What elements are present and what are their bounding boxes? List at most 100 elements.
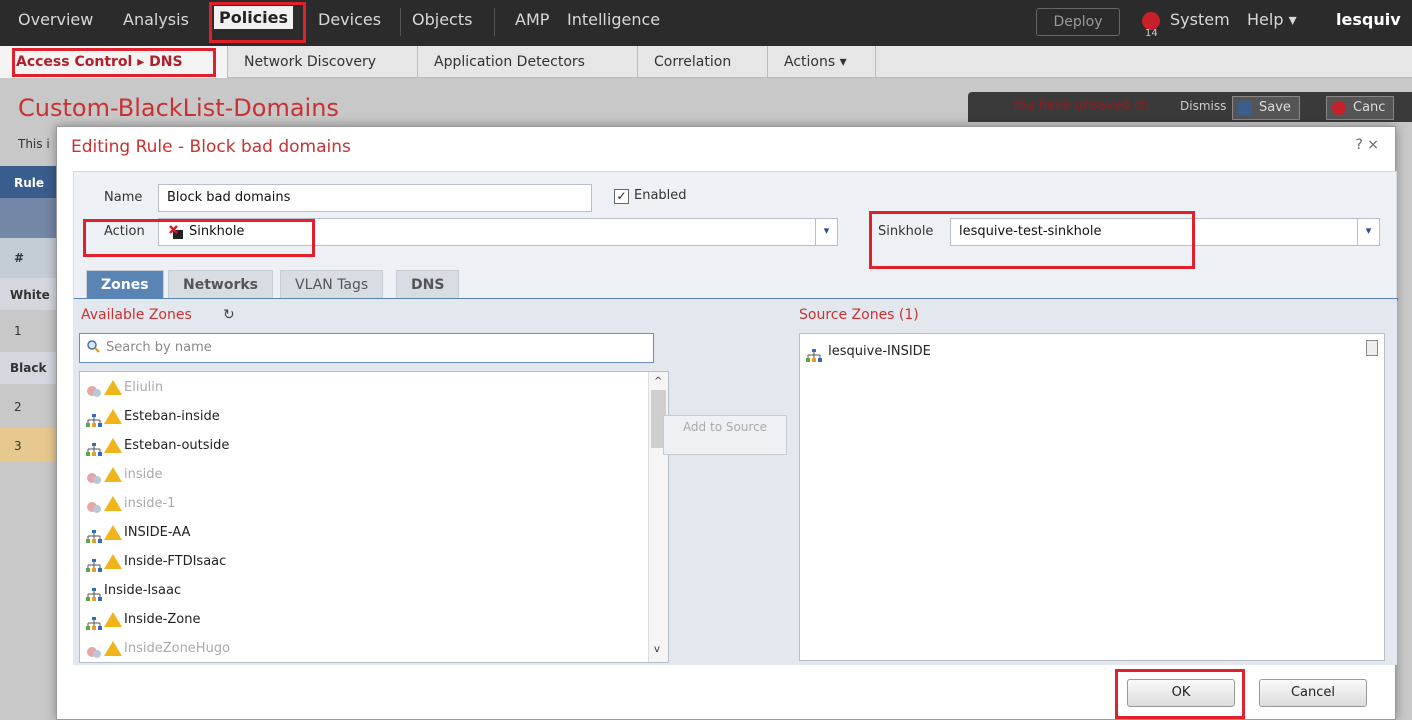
available-zones-list[interactable]: ^ v Eliulin Esteban-inside Esteban-outside…	[79, 371, 669, 663]
top-navigation-bar: Overview Analysis Policies Devices Objec…	[0, 0, 1412, 46]
zone-name: Inside-FTDIsaac	[124, 554, 227, 569]
zone-list-item[interactable]: inside-1	[86, 490, 175, 518]
dismiss-link[interactable]: Dismiss	[1180, 99, 1226, 113]
alert-count: 14	[1145, 28, 1158, 39]
zone-list-item[interactable]: INSIDE-AA	[86, 519, 190, 547]
enabled-label: Enabled	[634, 188, 687, 203]
action-label: Action	[104, 224, 145, 239]
zone-list-item[interactable]: Inside-Isaac	[86, 577, 181, 605]
tab-vlan-tags[interactable]: VLAN Tags	[280, 270, 384, 298]
editing-rule-dialog: Editing Rule - Block bad domains ? × Nam…	[56, 126, 1398, 720]
sinkhole-label: Sinkhole	[878, 224, 934, 239]
nav-separator	[494, 8, 495, 36]
cancel-icon	[1332, 101, 1346, 115]
warning-icon	[104, 409, 122, 424]
whitelist-section-label: White	[10, 288, 50, 302]
zone-list-item[interactable]: Inside-Zone	[86, 606, 201, 634]
source-zones-list[interactable]: lesquive-INSIDE	[799, 333, 1385, 661]
tab-dns[interactable]: DNS	[396, 270, 460, 298]
sinkhole-icon	[169, 225, 183, 239]
zone-name: INSIDE-AA	[124, 525, 191, 540]
subnav-actions[interactable]: Actions ▾	[768, 46, 876, 78]
cancel-button[interactable]: Cancel	[1259, 679, 1367, 707]
zones-panel: Available Zones ↻ Search by name ^ v Eli…	[73, 299, 1397, 665]
subnav-application-detectors[interactable]: Application Detectors	[418, 46, 638, 78]
warning-icon	[104, 380, 122, 395]
zone-search-input[interactable]: Search by name	[79, 333, 654, 363]
save-icon	[1238, 101, 1252, 115]
network-icon	[806, 345, 822, 362]
rule-number: 2	[14, 400, 22, 414]
sinkhole-value: lesquive-test-sinkhole	[959, 224, 1102, 239]
nav-system[interactable]: System	[1170, 10, 1230, 29]
sub-navigation-bar: Access Control ▸ DNS Network Discovery A…	[0, 46, 1412, 78]
disabled-network-icon	[86, 468, 102, 484]
scroll-down-arrow[interactable]: v	[654, 644, 660, 655]
zone-name: Esteban-inside	[124, 409, 220, 424]
zone-name: InsideZoneHugo	[124, 641, 231, 656]
action-select[interactable]: Sinkhole ▾	[158, 218, 838, 246]
nav-analysis[interactable]: Analysis	[123, 10, 189, 29]
chevron-down-icon[interactable]: ▾	[815, 219, 837, 245]
warning-icon	[104, 612, 122, 627]
warning-icon	[104, 467, 122, 482]
rules-tab[interactable]: Rule	[14, 176, 44, 190]
chevron-down-icon[interactable]: ▾	[1357, 219, 1379, 245]
highlighted-rule-row[interactable]	[0, 428, 60, 462]
nav-devices[interactable]: Devices	[318, 10, 381, 29]
toolbar-bg	[0, 198, 60, 238]
ok-button[interactable]: OK	[1127, 679, 1235, 707]
zone-list-item[interactable]: Esteban-outside	[86, 432, 229, 460]
nav-objects[interactable]: Objects	[412, 10, 472, 29]
page-description: This i	[18, 137, 50, 151]
nav-intelligence[interactable]: Intelligence	[567, 10, 660, 29]
disabled-network-icon	[86, 642, 102, 658]
zone-name: Eliulin	[124, 380, 164, 395]
trash-icon[interactable]	[1366, 340, 1378, 356]
deploy-button[interactable]: Deploy	[1036, 8, 1120, 36]
zone-list-item[interactable]: inside	[86, 461, 163, 489]
dialog-controls[interactable]: ? ×	[1355, 137, 1379, 153]
add-to-source-button[interactable]: Add to Source	[663, 415, 787, 455]
tab-zones[interactable]: Zones	[86, 270, 164, 298]
source-zone-item[interactable]: lesquive-INSIDE	[806, 338, 931, 366]
zone-list-item[interactable]: Esteban-inside	[86, 403, 220, 431]
nav-policies[interactable]: Policies	[214, 6, 294, 29]
enabled-checkbox[interactable]: ✓	[614, 189, 629, 204]
zone-list-item[interactable]: InsideZoneHugo	[86, 635, 231, 662]
network-icon	[86, 410, 102, 427]
nav-amp[interactable]: AMP	[515, 10, 549, 29]
nav-help[interactable]: Help ▾	[1247, 10, 1297, 29]
scroll-up-arrow[interactable]: ^	[654, 376, 662, 387]
page-title: Custom-BlackList-Domains	[18, 94, 339, 122]
source-zones-title: Source Zones (1)	[799, 307, 919, 323]
name-input[interactable]: Block bad domains	[158, 184, 592, 212]
column-header-number: #	[14, 251, 25, 265]
network-icon	[86, 526, 102, 543]
blacklist-section-label: Black	[10, 361, 47, 375]
rule-number: 3	[14, 439, 22, 453]
warning-icon	[104, 438, 122, 453]
subnav-network-discovery[interactable]: Network Discovery	[228, 46, 418, 78]
warning-icon	[104, 525, 122, 540]
subnav-access-control-dns[interactable]: Access Control ▸ DNS	[0, 46, 228, 78]
zone-name: inside	[124, 467, 163, 482]
nav-overview[interactable]: Overview	[18, 10, 93, 29]
network-icon	[86, 613, 102, 630]
name-label: Name	[104, 190, 143, 205]
warning-icon	[104, 641, 122, 656]
nav-separator	[400, 8, 401, 36]
save-button[interactable]: Save	[1232, 96, 1300, 120]
zone-list-item[interactable]: Eliulin	[86, 374, 163, 402]
available-zones-title: Available Zones	[81, 307, 192, 323]
warning-icon	[104, 496, 122, 511]
zone-name: Inside-Zone	[124, 612, 201, 627]
refresh-icon[interactable]: ↻	[223, 307, 235, 323]
user-menu[interactable]: lesquiv	[1336, 10, 1401, 29]
rule-number: 1	[14, 324, 22, 338]
zone-list-item[interactable]: Inside-FTDIsaac	[86, 548, 226, 576]
cancel-page-button[interactable]: Canc	[1326, 96, 1395, 120]
tab-networks[interactable]: Networks	[168, 270, 274, 298]
subnav-correlation[interactable]: Correlation	[638, 46, 768, 78]
sinkhole-select[interactable]: lesquive-test-sinkhole ▾	[950, 218, 1380, 246]
